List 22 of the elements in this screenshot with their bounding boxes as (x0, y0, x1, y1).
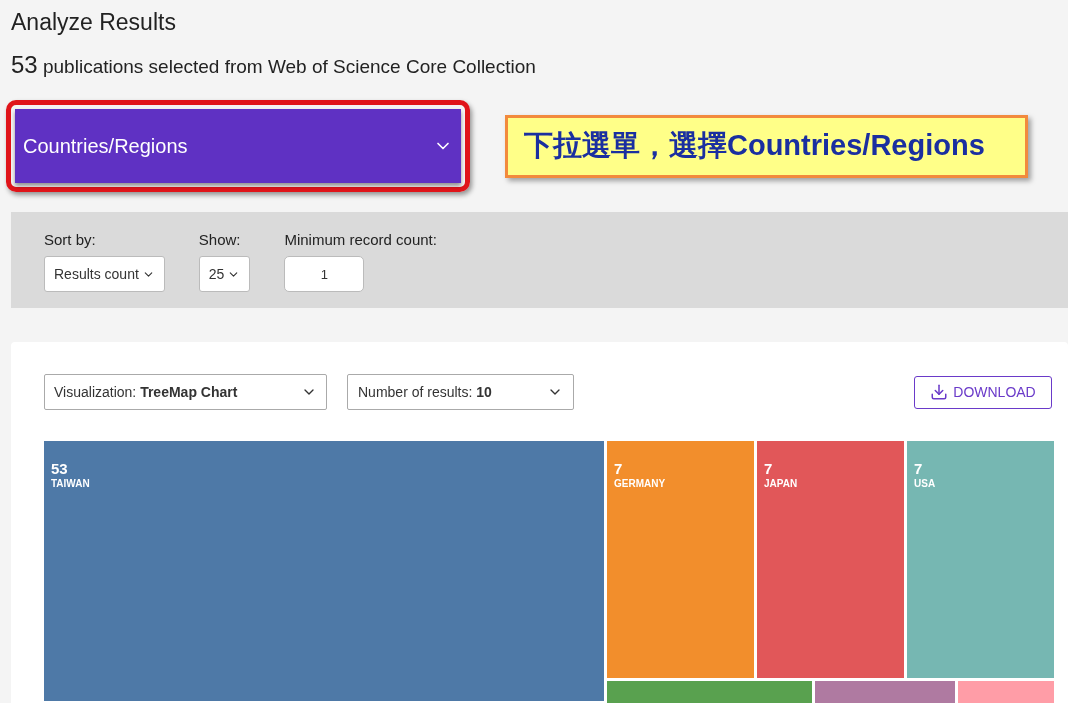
tile-label: TAIWAN (51, 477, 90, 491)
tile-label: JAPAN (764, 477, 798, 491)
show-dropdown[interactable]: 25 (198, 256, 251, 292)
tile-label: USA (914, 477, 936, 491)
minimum-record-count-label: Minimum record count: (284, 230, 437, 250)
download-icon (930, 383, 949, 401)
number-of-results-dropdown[interactable]: Number of results: 10 (347, 374, 574, 410)
sort-by-label: Sort by: (44, 230, 97, 250)
tile-value: 7 (764, 461, 773, 477)
visualization-dropdown[interactable]: Visualization: TreeMap Chart (44, 374, 327, 410)
minimum-record-count-field[interactable]: 1 (284, 256, 365, 292)
tile-value: 53 (51, 461, 68, 477)
tile-value: 7 (614, 461, 623, 477)
tile-label: GERMANY (614, 477, 666, 491)
page-title: Analyze Results (11, 8, 177, 36)
field-dropdown[interactable]: Countries/Regions (15, 109, 461, 183)
results-summary: 53 publications selected from Web of Science Core Collection (11, 52, 537, 80)
sort-by-dropdown[interactable]: Results count (44, 256, 165, 292)
annotation-callout: 下拉選單，選擇Countries/Regions (505, 114, 1028, 178)
download-button[interactable]: DOWNLOAD (914, 375, 1052, 409)
show-label: Show: (198, 230, 242, 250)
tile-value: 7 (914, 461, 923, 477)
